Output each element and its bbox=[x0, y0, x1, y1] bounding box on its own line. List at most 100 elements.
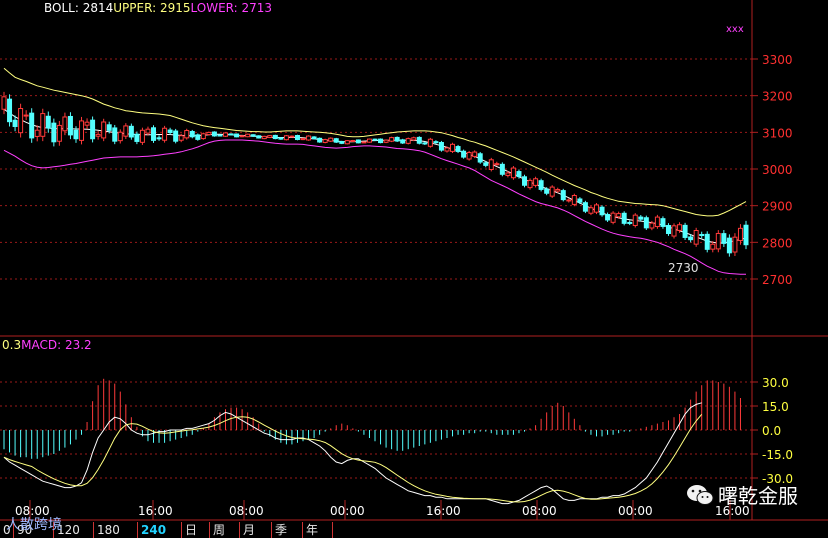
candle-body bbox=[411, 137, 417, 141]
macd-label: MACD: bbox=[21, 338, 62, 352]
candle-body bbox=[56, 124, 62, 142]
candle-body bbox=[355, 139, 361, 144]
candle-body bbox=[7, 98, 13, 123]
period-tab[interactable]: 月 bbox=[240, 522, 272, 538]
candle-body bbox=[333, 138, 339, 143]
macd-axis: 30.015.00.0-15.0-30.0 bbox=[752, 376, 793, 486]
candle-body bbox=[737, 227, 743, 242]
candle-body bbox=[361, 141, 367, 144]
macd-value: 23.2 bbox=[64, 338, 92, 352]
price-axis: 3300 3200 3100 3000 2900 2800 2700 bbox=[752, 53, 793, 287]
time-label: 08:00 bbox=[522, 504, 557, 518]
candle-body bbox=[211, 131, 217, 137]
candle-body bbox=[455, 146, 461, 152]
candle-body bbox=[721, 233, 727, 244]
period-tab[interactable]: 180 bbox=[94, 522, 138, 538]
time-label: 16:00 bbox=[138, 504, 173, 518]
candle-body bbox=[527, 179, 533, 189]
candle-body bbox=[505, 172, 511, 176]
boll-lower-value: 2713 bbox=[241, 1, 273, 15]
watermark-left: 人散跨境 bbox=[6, 514, 62, 534]
candle-body bbox=[12, 119, 18, 127]
candle-body bbox=[200, 133, 206, 140]
candle-body bbox=[322, 139, 328, 143]
price-tick-label: 3100 bbox=[762, 126, 793, 140]
macd-histogram bbox=[3, 378, 741, 459]
bollinger-bands bbox=[3, 67, 747, 275]
candle-body bbox=[378, 138, 384, 144]
candle-body bbox=[23, 114, 29, 117]
wechat-icon bbox=[686, 484, 714, 506]
candle-body bbox=[699, 234, 705, 237]
candle-body bbox=[427, 138, 433, 147]
candle-body bbox=[638, 216, 644, 220]
candle-body bbox=[643, 217, 649, 229]
boll-mid-value: 2814 bbox=[82, 1, 114, 15]
candle-body bbox=[516, 171, 522, 178]
lower-band-line bbox=[3, 139, 746, 275]
candle-body bbox=[372, 138, 378, 141]
price-tick-label: 2700 bbox=[762, 273, 793, 287]
candle-body bbox=[128, 125, 134, 138]
boll-label: BOLL: bbox=[44, 1, 79, 15]
candle-body bbox=[45, 115, 51, 129]
candle-body bbox=[555, 188, 561, 192]
macd-tick-label: 30.0 bbox=[762, 376, 789, 390]
candle-body bbox=[483, 162, 489, 166]
candle-body bbox=[67, 115, 73, 136]
candle-body bbox=[195, 134, 201, 140]
dif-line bbox=[3, 402, 702, 505]
candle-body bbox=[134, 133, 140, 142]
candle-body bbox=[477, 153, 483, 163]
candle-body bbox=[283, 135, 289, 141]
corner-mark: xxx bbox=[726, 24, 744, 35]
candle-body bbox=[693, 229, 699, 245]
candle-body bbox=[117, 131, 123, 142]
candle-body bbox=[234, 133, 240, 138]
candle-body bbox=[710, 243, 716, 250]
period-tab[interactable]: 年 bbox=[303, 522, 333, 538]
candle-body bbox=[317, 137, 323, 143]
candle-body bbox=[560, 190, 566, 201]
candle-body bbox=[704, 233, 710, 250]
candle-body bbox=[184, 130, 190, 139]
candle-body bbox=[256, 135, 262, 139]
candle-body bbox=[151, 127, 157, 141]
candle-body bbox=[732, 236, 738, 253]
candle-body bbox=[289, 135, 295, 138]
candle-body bbox=[605, 214, 611, 221]
candle-body bbox=[217, 134, 223, 137]
candle-body bbox=[383, 139, 389, 143]
price-tick-label: 2900 bbox=[762, 200, 793, 214]
candle-body bbox=[743, 224, 749, 246]
period-tab[interactable]: 日 bbox=[182, 522, 210, 538]
candle-body bbox=[450, 143, 456, 152]
candle-body bbox=[433, 141, 439, 144]
macd-grid bbox=[0, 381, 752, 479]
macd-lines bbox=[3, 402, 703, 505]
candle-body bbox=[18, 108, 24, 134]
period-tab[interactable]: 季 bbox=[272, 522, 303, 538]
candle-body bbox=[261, 135, 267, 140]
period-tab[interactable]: 周 bbox=[210, 522, 240, 538]
candle-body bbox=[34, 129, 40, 137]
candle-body bbox=[688, 236, 694, 241]
candle-body bbox=[682, 224, 688, 238]
candle-body bbox=[715, 232, 721, 250]
candle-body bbox=[29, 112, 35, 139]
period-tab[interactable]: 240 bbox=[138, 522, 182, 538]
candle-body bbox=[494, 163, 500, 166]
candle-body bbox=[405, 138, 411, 144]
candle-body bbox=[438, 141, 444, 151]
candle-body bbox=[123, 125, 129, 137]
time-axis: 08:00 16:00 08:00 00:00 16:00 08:00 00:00 16:00 bbox=[15, 500, 750, 520]
candle-body bbox=[112, 127, 118, 142]
time-label: 08:00 bbox=[229, 504, 264, 518]
candle-body bbox=[294, 135, 300, 141]
candle-body bbox=[726, 237, 732, 254]
candle-body bbox=[350, 139, 356, 142]
candle-body bbox=[660, 218, 666, 227]
candle-body bbox=[461, 150, 467, 158]
boll-header: BOLL: 2814UPPER: 2915LOWER: 2713 bbox=[44, 1, 272, 15]
candle-body bbox=[416, 136, 422, 144]
